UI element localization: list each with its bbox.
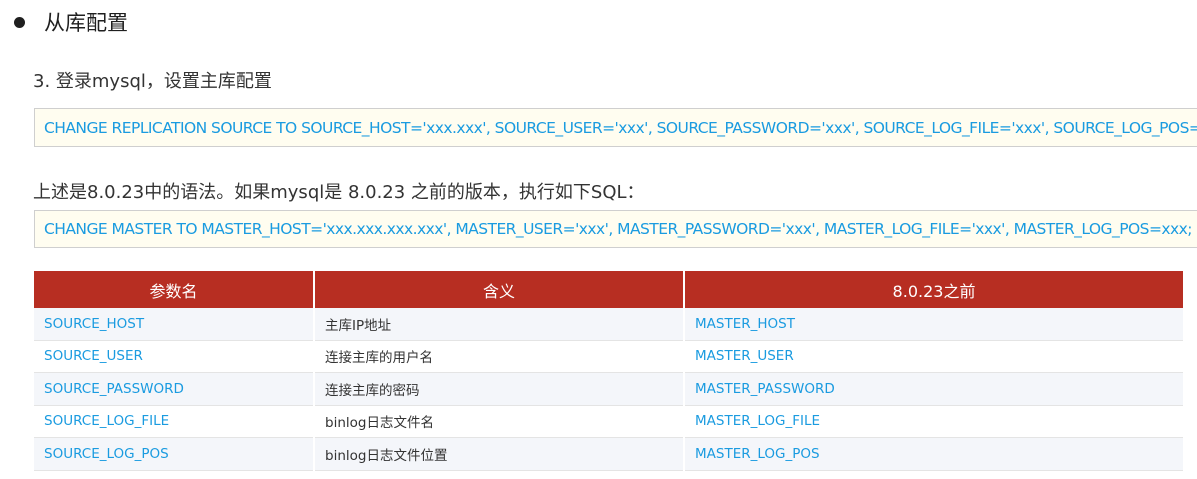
param-old-cell: MASTER_LOG_FILE (684, 405, 1183, 438)
bullet-icon (14, 16, 25, 28)
document-page: 从库配置 3. 登录mysql，设置主库配置 CHANGE REPLICATIO… (0, 0, 1197, 479)
table-row: SOURCE_PASSWORD 连接主库的密码 MASTER_PASSWORD (34, 372, 1183, 406)
table-row: SOURCE_LOG_FILE binlog日志文件名 MASTER_LOG_F… (34, 405, 1183, 438)
version-note: 上述是8.0.23中的语法。如果mysql是 8.0.23 之前的版本，执行如下… (33, 182, 645, 203)
param-old-cell: MASTER_LOG_POS (684, 437, 1183, 471)
table-row: SOURCE_HOST 主库IP地址 MASTER_HOST (34, 308, 1183, 341)
table-row: SOURCE_USER 连接主库的用户名 MASTER_USER (34, 340, 1183, 373)
param-name-cell: SOURCE_PASSWORD (34, 372, 315, 406)
param-old-cell: MASTER_USER (684, 340, 1183, 373)
table-header-row: 参数名 含义 8.0.23之前 (34, 271, 1183, 308)
code-block-source: CHANGE REPLICATION SOURCE TO SOURCE_HOST… (34, 108, 1197, 147)
param-name-cell: SOURCE_LOG_FILE (34, 405, 315, 438)
code-block-master: CHANGE MASTER TO MASTER_HOST='xxx.xxx.xx… (34, 210, 1197, 248)
param-desc-cell: binlog日志文件位置 (314, 437, 685, 471)
section-title: 从库配置 (44, 11, 128, 35)
param-old-cell: MASTER_PASSWORD (684, 372, 1183, 406)
table-row: SOURCE_LOG_POS binlog日志文件位置 MASTER_LOG_P… (34, 437, 1183, 471)
header-meaning: 含义 (314, 271, 685, 308)
param-desc-cell: 主库IP地址 (314, 308, 685, 341)
parameter-table: 参数名 含义 8.0.23之前 SOURCE_HOST 主库IP地址 MASTE… (34, 271, 1183, 471)
param-name-cell: SOURCE_USER (34, 340, 315, 373)
param-desc-cell: binlog日志文件名 (314, 405, 685, 438)
header-param-name: 参数名 (34, 271, 315, 308)
param-desc-cell: 连接主库的密码 (314, 372, 685, 406)
header-before-8023: 8.0.23之前 (684, 271, 1183, 308)
section-heading: 从库配置 (14, 6, 128, 38)
param-name-cell: SOURCE_HOST (34, 308, 315, 341)
param-name-cell: SOURCE_LOG_POS (34, 437, 315, 471)
param-old-cell: MASTER_HOST (684, 308, 1183, 341)
code-source-text: CHANGE REPLICATION SOURCE TO SOURCE_HOST… (44, 118, 1197, 137)
step-instruction: 3. 登录mysql，设置主库配置 (33, 71, 272, 92)
param-desc-cell: 连接主库的用户名 (314, 340, 685, 373)
code-master-text: CHANGE MASTER TO MASTER_HOST='xxx.xxx.xx… (44, 220, 1192, 238)
